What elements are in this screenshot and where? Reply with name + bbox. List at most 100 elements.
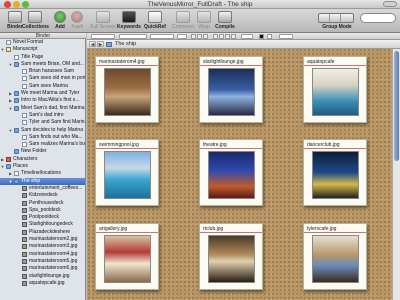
disclosure-open-icon[interactable]: ▼ [8,105,13,112]
group-mode-control[interactable] [318,13,354,23]
quickref-button[interactable]: QuickRef [142,11,168,30]
folder-icon [14,98,19,104]
binder-item-label: Sam sees Marina [29,82,68,89]
underline-button[interactable] [203,34,208,39]
binder-item[interactable]: marinastateroom6.jpg [0,265,85,272]
highlight-color-button[interactable] [267,34,272,39]
binder-item[interactable]: Sam sees Marina [0,83,85,90]
style-popup[interactable] [91,34,115,39]
binder-item[interactable]: ▼ Sam decides to help Marina [0,127,85,134]
trash-button[interactable]: Trash [64,11,90,30]
compile-button[interactable]: Compile [212,11,238,30]
binder-item[interactable]: aquatopcafe.jpg [0,280,85,287]
disclosure-open-icon[interactable]: ▼ [8,178,13,185]
binder-item-label: marinastateroom6.jpg [29,265,78,272]
corkboard-scrollbar[interactable] [392,49,400,300]
align-left-button[interactable] [213,34,218,39]
binder-item[interactable]: Poolpooldeck [0,214,85,221]
binder-item[interactable]: Sam realizes Marina's book [0,141,85,148]
index-card[interactable]: artgallery.jpg [95,223,159,290]
binder-sidebar[interactable]: Novel Format ▼ Manuscript Title Page ▼ Sam me… [0,39,86,300]
disclosure-closed-icon[interactable]: ▶ [8,97,13,104]
document-icon [22,134,27,140]
justify-button[interactable] [231,34,236,39]
disclosure-open-icon[interactable]: ▼ [0,46,5,53]
collections-icon [28,11,42,23]
binder-item[interactable]: ▼ Manuscript [0,46,85,53]
index-card[interactable]: starlightlounge.jpg [199,56,263,123]
align-center-button[interactable] [219,34,224,39]
disclosure-closed-icon[interactable]: ▶ [8,90,13,97]
binder-item[interactable]: ▼ Sam meets Brian, OM and... [0,61,85,68]
index-card[interactable]: swimmingpool.jpg [95,139,159,206]
binder-item[interactable]: marinastateroom5.jpg [0,258,85,265]
binder-item-label: Sam's dad intro [29,111,64,118]
disclosure-open-icon[interactable]: ▼ [0,163,5,170]
forward-arrow-icon[interactable]: ▶ [97,41,104,48]
text-color-button[interactable] [259,34,264,39]
toolbar-toggle-button[interactable] [383,1,397,7]
card-rule [200,148,262,149]
bold-button[interactable] [191,34,196,39]
disclosure-open-icon[interactable]: ▼ [8,61,13,68]
scrollbar-thumb[interactable] [394,51,399,161]
search-field[interactable] [360,13,396,23]
disclosure-open-icon[interactable]: ▼ [8,127,13,134]
back-arrow-icon[interactable]: ◀ [89,41,96,48]
binder-item[interactable]: Brian harasses Sam [0,68,85,75]
collections-button[interactable]: Collections [22,11,49,30]
binder-item-label: The ship [21,177,41,184]
binder-item[interactable]: starlightlounge.jpg [0,273,85,280]
typeface-popup[interactable] [150,34,174,39]
binder-item[interactable]: Spa_pooldeck [0,207,85,214]
index-card[interactable]: dancerclub.jpg [303,139,367,206]
index-card[interactable]: marinastaterom4.jpg [95,56,159,123]
index-card[interactable]: tylerscafe.jpg [303,223,367,290]
binder-item[interactable]: Penthousedeck [0,200,85,207]
binder-item-label: Intro to Mac/Alita's first s... [21,97,80,104]
wrap-icon [197,11,211,23]
binder-item[interactable]: ▶ Characters [0,156,85,163]
folder-icon [14,61,19,67]
binder-item[interactable]: Tyler and Sam find Marina [0,119,85,126]
binder-item[interactable]: marinastateroom2.jpg [0,236,85,243]
binder-item-label: Characters [13,155,38,162]
binder-item[interactable]: entertainment_coffees... [0,185,85,192]
binder-item[interactable]: ▼ Meet Sam's dad, first Marina [0,105,85,112]
binder-item[interactable]: Plazadeckdeshere [0,229,85,236]
disclosure-closed-icon[interactable]: ▶ [0,156,5,163]
binder-item[interactable]: ▼ The ship [0,177,85,185]
binder-item[interactable]: marinastateroom3.jpg [0,243,85,250]
binder-item-label: New Folder [21,148,47,155]
index-card[interactable]: theatre.jpg [199,139,263,206]
binder-item[interactable]: Sam sees old man in port [0,75,85,82]
binder-item[interactable]: Kidzonedeck [0,192,85,199]
full-screen-button[interactable]: Full Screen [90,11,116,30]
font-popup[interactable] [119,34,147,39]
italic-button[interactable] [197,34,202,39]
keywords-button[interactable]: Keywords [116,11,142,30]
binder-item[interactable]: marinastateroom4.jpg [0,251,85,258]
binder-item[interactable]: ▶ Intro to Mac/Alita's first s... [0,97,85,104]
binder-item-label: Sam finds out who Ma... [29,133,83,140]
font-size-popup[interactable] [177,34,187,39]
binder-item[interactable]: Starlightloungedeck [0,221,85,228]
binder-item[interactable]: Title Page [0,54,85,61]
binder-item[interactable]: ▶ We meet Marina and Tyler [0,90,85,97]
binder-item-label: Brian harasses Sam [29,68,75,75]
index-card[interactable]: rtclub.jpg [199,223,263,290]
card-rule [96,148,158,149]
corkboard[interactable]: marinastaterom4.jpg starlightlounge.jpg aq… [87,40,400,300]
binder-item[interactable]: ▶ Timeline/locations [0,170,85,177]
card-image [312,68,359,116]
index-card[interactable]: aquatopcafe [303,56,367,123]
align-right-button[interactable] [225,34,230,39]
binder-item[interactable]: ▼ Places [0,163,85,170]
line-spacing-popup[interactable] [241,34,253,39]
binder-item[interactable]: New Folder [0,148,85,155]
disclosure-closed-icon[interactable]: ▶ [8,170,13,177]
binder-item[interactable]: Sam's dad intro [0,112,85,119]
list-popup[interactable] [279,34,293,39]
binder-item[interactable]: Sam finds out who Ma... [0,134,85,141]
binder-item[interactable]: Novel Format [0,39,85,46]
